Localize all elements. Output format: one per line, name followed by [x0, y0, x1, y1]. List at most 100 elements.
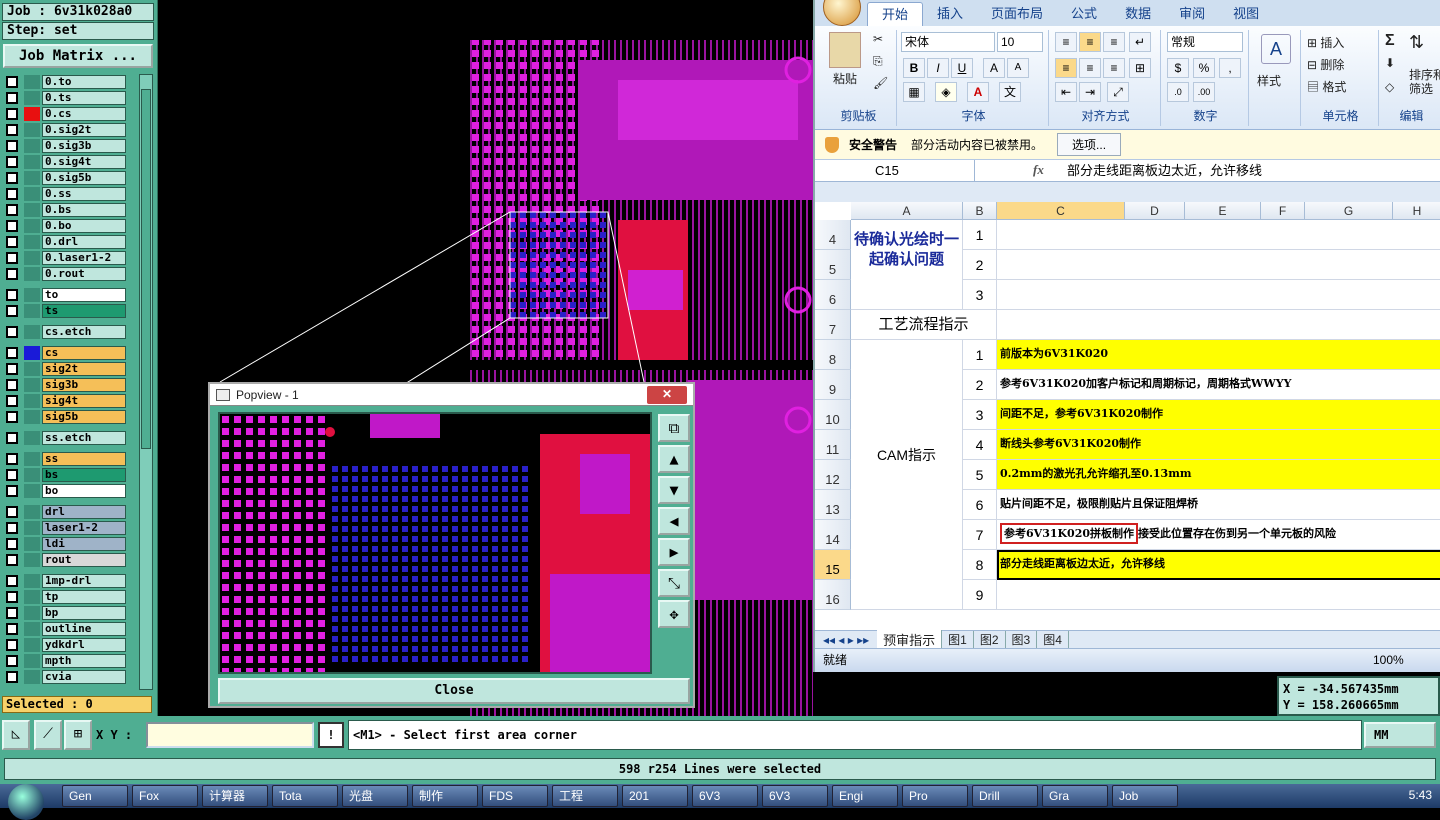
layer-row[interactable]: 0.sig5b [4, 170, 138, 186]
shrink-font-icon[interactable]: A [1007, 58, 1029, 78]
layer-color-swatch[interactable] [24, 325, 40, 339]
align-top-icon[interactable]: ≡ [1055, 32, 1077, 52]
taskbar-item[interactable]: Drill [972, 785, 1038, 807]
layer-name[interactable]: rout [42, 553, 126, 567]
layer-name[interactable]: bo [42, 484, 126, 498]
layer-row[interactable]: sig3b [4, 377, 138, 393]
layer-checkbox[interactable] [6, 188, 18, 200]
format-painter-icon[interactable]: 🖌 [873, 76, 888, 90]
layer-checkbox[interactable] [6, 671, 18, 683]
sheet-tab[interactable]: 图2 [974, 631, 1006, 648]
decrease-decimal-icon[interactable]: .00 [1193, 82, 1215, 102]
layer-checkbox[interactable] [6, 347, 18, 359]
cell-instruction[interactable]: 间距不足，参考6V31K020制作 [997, 400, 1440, 430]
measure-icon[interactable]: ⟋ [34, 720, 62, 750]
layer-row[interactable]: 0.sig4t [4, 154, 138, 170]
column-header[interactable]: E [1185, 202, 1261, 220]
cell-instruction[interactable]: 贴片间距不足，极限削贴片且保证阻焊桥 [997, 490, 1440, 520]
phonetic-icon[interactable]: 文 [999, 82, 1021, 102]
taskbar-item[interactable]: Gra [1042, 785, 1108, 807]
row-header[interactable]: 6 [815, 280, 851, 310]
cell-instruction[interactable]: 0.2mm的激光孔允许缩孔至0.13mm [997, 460, 1440, 490]
zoom-level[interactable]: 100% [1373, 649, 1404, 671]
cell-instruction[interactable]: 断线头参考6V31K020制作 [997, 430, 1440, 460]
layer-name[interactable]: outline [42, 622, 126, 636]
layer-row[interactable]: cvia [4, 669, 138, 685]
sort-filter-icon[interactable]: ⇅ [1409, 32, 1424, 53]
taskbar-item[interactable]: Job [1112, 785, 1178, 807]
cell-number[interactable]: 1 [963, 220, 997, 250]
layer-color-swatch[interactable] [24, 574, 40, 588]
layer-color-swatch[interactable] [24, 505, 40, 519]
cell-number[interactable]: 1 [963, 340, 997, 370]
snap-icon[interactable]: ◺ [2, 720, 30, 750]
layer-color-swatch[interactable] [24, 75, 40, 89]
increase-indent-icon[interactable]: ⇥ [1079, 82, 1101, 102]
layer-color-swatch[interactable] [24, 606, 40, 620]
layer-color-swatch[interactable] [24, 378, 40, 392]
layer-row[interactable]: bs [4, 467, 138, 483]
orientation-icon[interactable]: ⤢ [1107, 82, 1129, 102]
layer-color-swatch[interactable] [24, 638, 40, 652]
layer-color-swatch[interactable] [24, 251, 40, 265]
layer-color-swatch[interactable] [24, 346, 40, 360]
layer-name[interactable]: ss [42, 452, 126, 466]
pan-down-icon[interactable]: ▼ [658, 476, 690, 504]
sheet-tab[interactable]: 图1 [942, 631, 974, 648]
number-format-combo[interactable]: 常规 [1167, 32, 1243, 52]
spreadsheet-grid[interactable]: A B C D E F G H 4 5 6 7 8 9 10 11 12 13 14 15 16 待确认光绘时一起确认问题… [815, 202, 1440, 630]
formula-input[interactable]: 部分走线距离板边太近，允许移线 [1067, 160, 1262, 181]
layer-name[interactable]: 0.sig2t [42, 123, 126, 137]
layer-checkbox[interactable] [6, 92, 18, 104]
layer-checkbox[interactable] [6, 554, 18, 566]
fx-icon[interactable]: fx [1033, 162, 1044, 178]
autosum-icon[interactable]: Σ [1385, 32, 1395, 50]
popview-canvas[interactable] [218, 412, 652, 674]
layer-color-swatch[interactable] [24, 537, 40, 551]
decrease-indent-icon[interactable]: ⇤ [1055, 82, 1077, 102]
layer-name[interactable]: 0.sig3b [42, 139, 126, 153]
layer-row[interactable]: bo [4, 483, 138, 499]
layer-row[interactable]: tp [4, 589, 138, 605]
ribbon-tab[interactable]: 数据 [1111, 2, 1165, 26]
row-header[interactable]: 8 [815, 340, 851, 370]
layer-checkbox[interactable] [6, 432, 18, 444]
layer-checkbox[interactable] [6, 623, 18, 635]
taskbar-item[interactable]: 制作 [412, 785, 478, 807]
cell-instruction[interactable]: 参考6V31K020拼板制作 接受此位置存在伤到另一个单元板的风险 [997, 520, 1440, 550]
ribbon-tab[interactable]: 页面布局 [977, 2, 1057, 26]
close-icon[interactable]: ✕ [647, 386, 687, 404]
layer-checkbox[interactable] [6, 363, 18, 375]
pan-left-icon[interactable]: ◀ [658, 507, 690, 535]
styles-button[interactable]: 样式 [1257, 72, 1281, 89]
layer-color-swatch[interactable] [24, 410, 40, 424]
row-header[interactable]: 5 [815, 250, 851, 280]
layer-color-swatch[interactable] [24, 670, 40, 684]
layer-row[interactable]: 0.cs [4, 106, 138, 122]
layer-color-swatch[interactable] [24, 107, 40, 121]
layer-color-swatch[interactable] [24, 590, 40, 604]
taskbar-item[interactable]: 201 [622, 785, 688, 807]
fill-color-icon[interactable]: ◈ [935, 82, 957, 102]
layer-scrollbar[interactable] [139, 74, 153, 690]
row-header[interactable]: 7 [815, 310, 851, 340]
layer-row[interactable]: cs.etch [4, 324, 138, 340]
layer-row[interactable]: 0.to [4, 74, 138, 90]
taskbar-item[interactable]: 6V3 [762, 785, 828, 807]
layer-row[interactable]: 0.sig2t [4, 122, 138, 138]
layer-name[interactable]: cs.etch [42, 325, 126, 339]
layer-name[interactable]: sig2t [42, 362, 126, 376]
layer-color-swatch[interactable] [24, 171, 40, 185]
layer-name[interactable]: ts [42, 304, 126, 318]
zoom-window-icon[interactable]: ⧉ [658, 414, 690, 442]
layer-name[interactable]: 0.bo [42, 219, 126, 233]
font-size-combo[interactable]: 10 [997, 32, 1043, 52]
layer-color-swatch[interactable] [24, 521, 40, 535]
layer-checkbox[interactable] [6, 522, 18, 534]
ribbon-tab[interactable]: 审阅 [1165, 2, 1219, 26]
layer-checkbox[interactable] [6, 156, 18, 168]
layer-color-swatch[interactable] [24, 484, 40, 498]
layer-name[interactable]: ldi [42, 537, 126, 551]
layer-checkbox[interactable] [6, 305, 18, 317]
row-header[interactable]: 4 [815, 220, 851, 250]
